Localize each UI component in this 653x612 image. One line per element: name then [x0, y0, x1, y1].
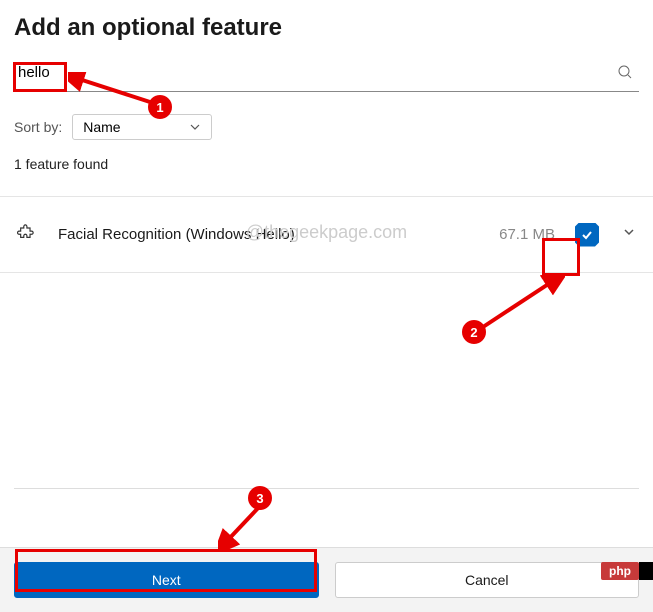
annotation-arrow-2: [475, 275, 565, 335]
sort-row: Sort by: Name: [14, 114, 639, 140]
check-icon: [580, 228, 594, 242]
divider: [14, 488, 639, 489]
sort-dropdown[interactable]: Name: [72, 114, 212, 140]
next-button[interactable]: Next: [14, 562, 319, 598]
annotation-badge-3: 3: [248, 486, 272, 510]
sort-label: Sort by:: [14, 119, 62, 135]
annotation-badge-2: 2: [462, 320, 486, 344]
puzzle-icon: [16, 221, 38, 248]
search-input[interactable]: [14, 60, 639, 85]
results-count: 1 feature found: [14, 156, 639, 172]
footer: Next Cancel: [0, 547, 653, 612]
sort-selected: Name: [83, 119, 120, 135]
cancel-button[interactable]: Cancel: [335, 562, 640, 598]
feature-checkbox[interactable]: [575, 223, 599, 247]
chevron-down-icon: [189, 121, 201, 133]
annotation-arrow-3: [218, 500, 268, 550]
chevron-down-icon: [621, 224, 637, 240]
php-badge: php: [601, 562, 639, 580]
feature-size: 67.1 MB: [499, 226, 555, 243]
feature-row[interactable]: Facial Recognition (Windows Hello) 67.1 …: [0, 196, 653, 273]
feature-name: Facial Recognition (Windows Hello): [58, 226, 499, 243]
search-icon[interactable]: [617, 64, 633, 85]
expand-chevron[interactable]: [621, 224, 637, 245]
search-row: [14, 60, 639, 92]
page-title: Add an optional feature: [14, 14, 639, 42]
